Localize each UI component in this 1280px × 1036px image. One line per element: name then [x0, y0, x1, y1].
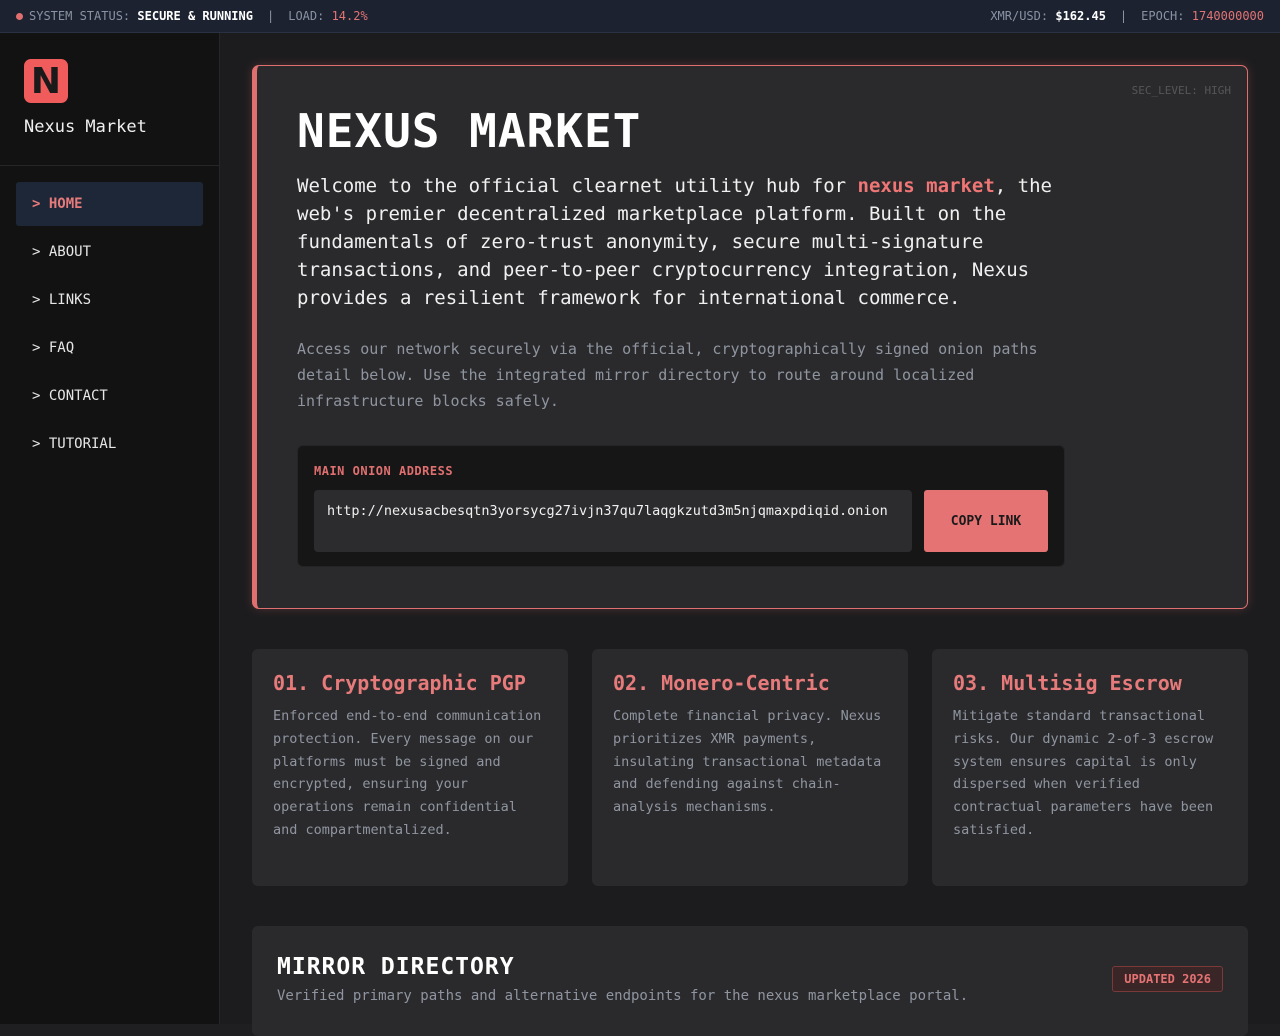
system-status-bar: SYSTEM STATUS: SECURE & RUNNING | LOAD: …	[0, 0, 1280, 33]
load-value: 14.2%	[331, 9, 368, 23]
sidebar-item-home[interactable]: > HOME	[16, 182, 203, 226]
hero-lead: Welcome to the official clearnet utility…	[297, 172, 1077, 312]
feature-card-body: Mitigate standard transactional risks. O…	[953, 708, 1214, 838]
feature-card-body: Enforced end-to-end communication protec…	[273, 708, 542, 838]
mirror-directory-subtitle: Verified primary paths and alternative e…	[277, 988, 969, 1004]
feature-card-title: 02. Monero-Centric	[613, 671, 830, 695]
feature-card-title: 01. Cryptographic PGP	[273, 671, 526, 695]
security-level: SEC_LEVEL: HIGH	[1131, 84, 1231, 97]
nexus-logo-icon[interactable]: N	[24, 59, 68, 103]
separator: |	[1119, 9, 1128, 23]
copy-link-button[interactable]: COPY LINK	[924, 490, 1048, 552]
sidebar-item-contact[interactable]: > CONTACT	[16, 374, 203, 418]
main-content: SEC_LEVEL: HIGH NEXUS MARKET Welcome to …	[220, 33, 1280, 1036]
separator: |	[266, 9, 275, 23]
epoch-label: EPOCH:	[1141, 9, 1185, 23]
sidebar: N Nexus Market > HOME > ABOUT > LINKS > …	[0, 33, 220, 1024]
feature-card-title: 03. Multisig Escrow	[953, 671, 1182, 695]
hero-subtext: Access our network securely via the offi…	[297, 340, 1038, 410]
hero-panel: SEC_LEVEL: HIGH NEXUS MARKET Welcome to …	[252, 65, 1248, 609]
feature-card: 01. Cryptographic PGP Enforced end-to-en…	[252, 649, 568, 886]
updated-badge: UPDATED 2026	[1112, 966, 1223, 992]
sidebar-item-faq[interactable]: > FAQ	[16, 326, 203, 370]
xmr-value: $162.45	[1055, 9, 1106, 23]
page-title: NEXUS MARKET	[297, 104, 642, 158]
load-label: LOAD:	[288, 9, 325, 23]
mirror-directory: MIRROR DIRECTORY Verified primary paths …	[252, 926, 1248, 1036]
feature-card-body: Complete financial privacy. Nexus priori…	[613, 708, 882, 816]
hero-lead-highlight: nexus market	[857, 175, 995, 197]
feature-card: 02. Monero-Centric Complete financial pr…	[592, 649, 908, 886]
sidebar-nav: > HOME > ABOUT > LINKS > FAQ > CONTACT >…	[0, 166, 219, 486]
onion-address-label: MAIN ONION ADDRESS	[314, 464, 454, 478]
feature-card: 03. Multisig Escrow Mitigate standard tr…	[932, 649, 1248, 886]
sidebar-item-about[interactable]: > ABOUT	[16, 230, 203, 274]
sidebar-item-links[interactable]: > LINKS	[16, 278, 203, 322]
status-value: SECURE & RUNNING	[137, 9, 253, 23]
status-dot-icon	[16, 12, 23, 20]
hero-lead-prefix: Welcome to the official clearnet utility…	[297, 175, 858, 197]
sidebar-item-tutorial[interactable]: > TUTORIAL	[16, 422, 203, 466]
mirror-directory-title: MIRROR DIRECTORY	[277, 954, 515, 980]
brand[interactable]: N Nexus Market	[0, 33, 219, 166]
onion-address-box: MAIN ONION ADDRESS http://nexusacbesqtn3…	[297, 445, 1065, 567]
xmr-label: XMR/USD:	[990, 9, 1049, 23]
feature-cards: 01. Cryptographic PGP Enforced end-to-en…	[252, 649, 1248, 886]
epoch-value: 1740000000	[1191, 9, 1264, 23]
onion-address-field[interactable]: http://nexusacbesqtn3yorsycg27ivjn37qu7l…	[314, 490, 912, 552]
status-label: SYSTEM STATUS:	[29, 9, 131, 23]
brand-name[interactable]: Nexus Market	[24, 117, 195, 137]
